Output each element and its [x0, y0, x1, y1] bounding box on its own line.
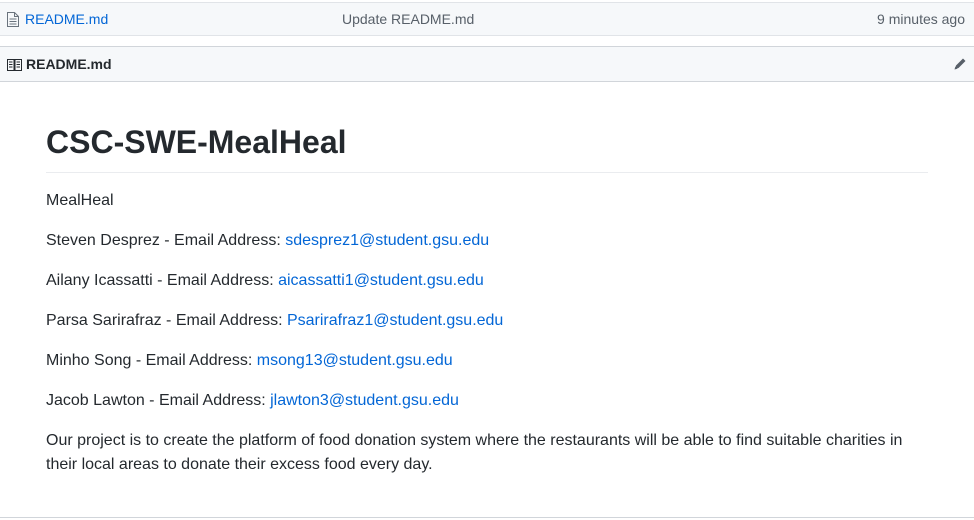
project-description: Our project is to create the platform of…	[46, 432, 903, 473]
email-link[interactable]: jlawton3@student.gsu.edu	[270, 392, 459, 409]
readme-bottom-border	[0, 517, 974, 518]
book-icon	[7, 59, 22, 71]
email-link[interactable]: msong13@student.gsu.edu	[257, 352, 453, 369]
commit-message[interactable]: Update README.md	[342, 11, 474, 27]
member-line: Minho Song - Email Address: msong13@stud…	[46, 349, 928, 373]
readme-title: README.md	[26, 56, 112, 72]
file-icon	[7, 12, 19, 27]
pencil-icon[interactable]	[952, 56, 968, 72]
file-row[interactable]: README.md Update README.md 9 minutes ago	[0, 2, 974, 36]
email-link[interactable]: sdesprez1@student.gsu.edu	[285, 232, 489, 249]
file-link-readme[interactable]: README.md	[25, 11, 108, 27]
email-link[interactable]: aicassatti1@student.gsu.edu	[278, 272, 484, 289]
member-line: Steven Desprez - Email Address: sdesprez…	[46, 229, 928, 253]
member-label: Parsa Sarirafraz - Email Address:	[46, 312, 287, 329]
email-link[interactable]: Psarirafraz1@student.gsu.edu	[287, 312, 503, 329]
commit-age: 9 minutes ago	[877, 11, 965, 27]
member-line: Jacob Lawton - Email Address: jlawton3@s…	[46, 389, 928, 413]
member-label: Ailany Icassatti - Email Address:	[46, 272, 279, 289]
member-line: Ailany Icassatti - Email Address: aicass…	[46, 269, 928, 293]
member-line: Parsa Sarirafraz - Email Address: Psarir…	[46, 309, 928, 333]
member-label: Steven Desprez - Email Address:	[46, 232, 286, 249]
readme-content: CSC-SWE-MealHeal MealHeal Steven Desprez…	[46, 82, 928, 477]
readme-intro: MealHeal	[46, 192, 114, 209]
readme-header: README.md	[0, 46, 974, 82]
member-label: Jacob Lawton - Email Address:	[46, 392, 271, 409]
readme-heading: CSC-SWE-MealHeal	[46, 122, 928, 173]
member-label: Minho Song - Email Address:	[46, 352, 257, 369]
